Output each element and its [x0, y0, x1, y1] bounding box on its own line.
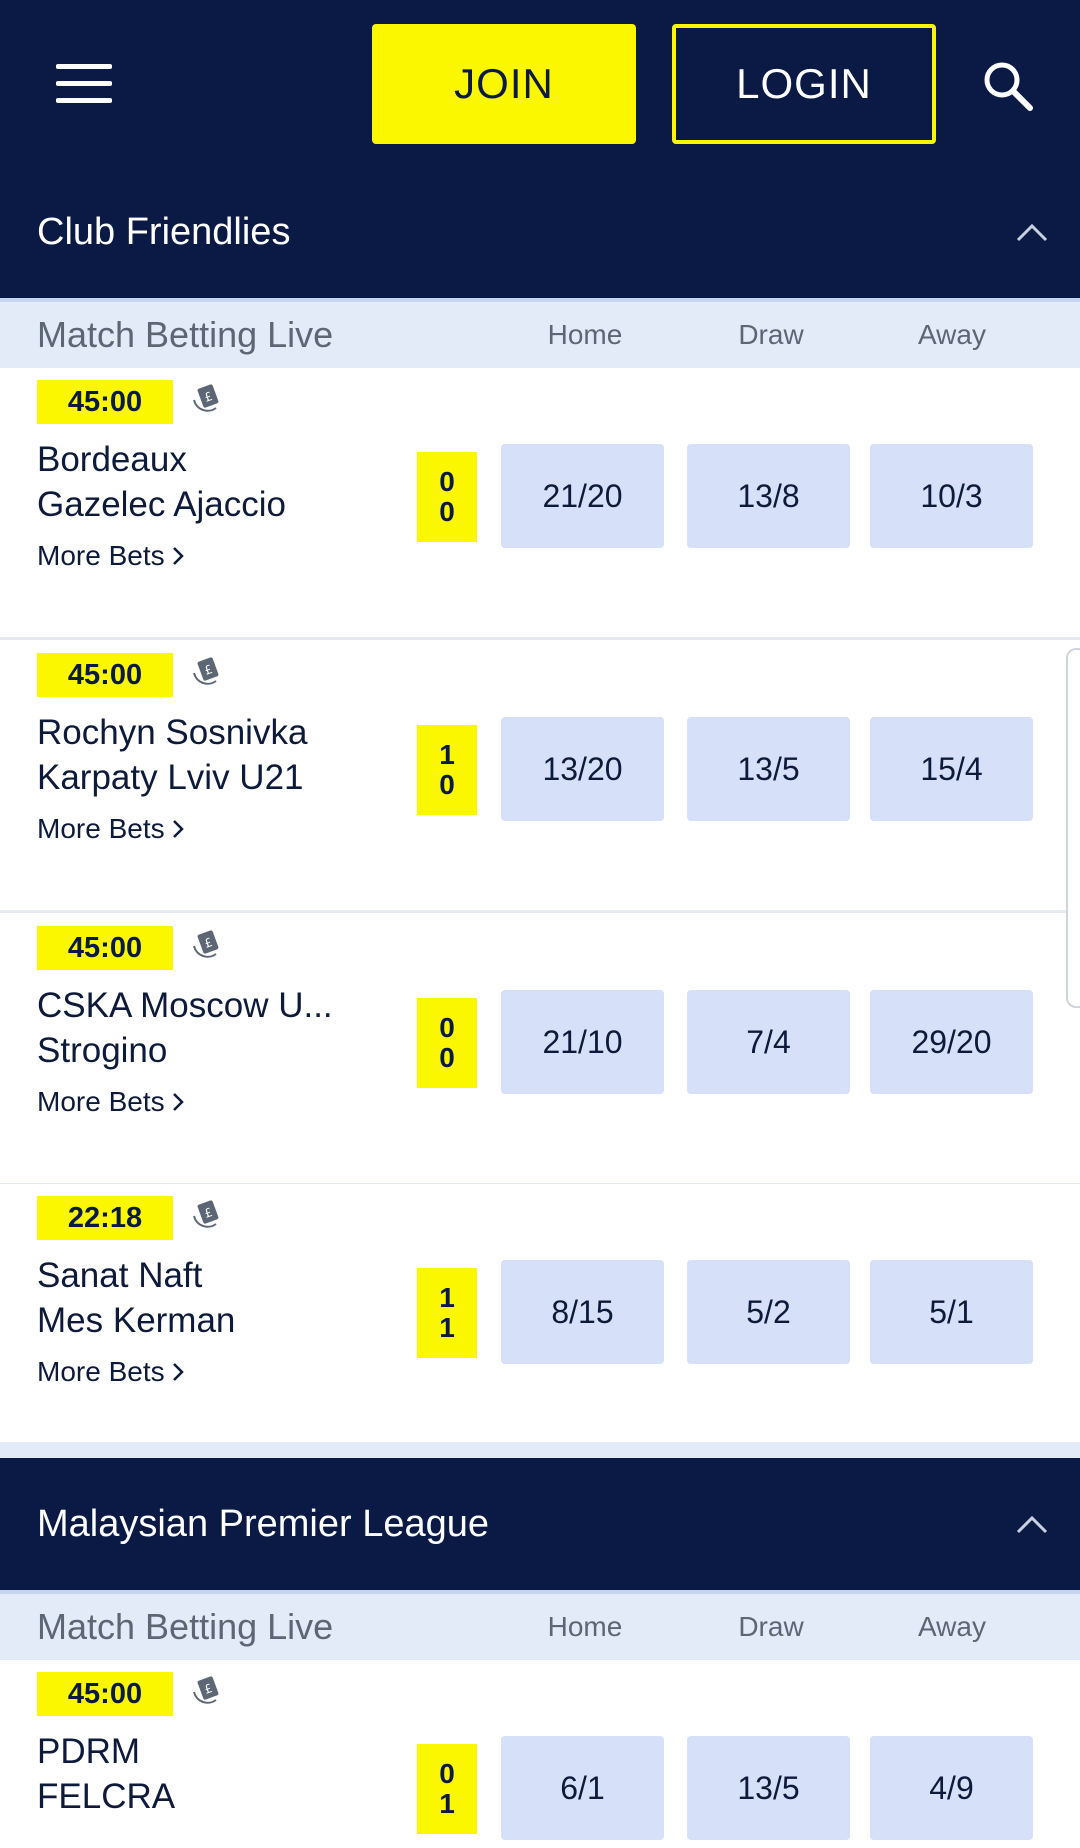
odds-away-button[interactable]: 15/4 [870, 717, 1033, 821]
score-box: 0 1 [417, 1744, 477, 1834]
chevron-up-icon[interactable] [1012, 1504, 1052, 1544]
more-bets-link[interactable]: More Bets [37, 540, 185, 572]
away-team: Karpaty Lviv U21 [37, 758, 304, 797]
away-score: 0 [439, 769, 455, 800]
top-bar: JOIN LOGIN [0, 0, 1080, 166]
section-divider [0, 1442, 1080, 1458]
market-label: Match Betting Live [37, 314, 334, 355]
scrollbar[interactable] [1066, 648, 1080, 1008]
away-team: Gazelec Ajaccio [37, 485, 287, 524]
column-draw: Draw [738, 1611, 804, 1642]
cash-out-icon: £ [193, 657, 219, 685]
home-score: 1 [439, 739, 455, 770]
section-header-club-friendlies[interactable]: Club Friendlies [0, 166, 1080, 298]
cash-out-icon: £ [193, 1676, 219, 1704]
market-header: Match Betting Live Home Draw Away [0, 298, 1080, 368]
match-timer: 45:00 [37, 380, 173, 424]
away-score: 1 [439, 1788, 455, 1819]
search-icon[interactable] [978, 56, 1038, 116]
odds-home-button[interactable]: 13/20 [501, 717, 664, 821]
more-bets-link[interactable]: More Bets [37, 813, 185, 845]
event-row: 45:00 £ PDRM FELCRA 0 1 6/1 13/5 4/9 [0, 1660, 1080, 1848]
section-header-malaysian-premier-league[interactable]: Malaysian Premier League [0, 1458, 1080, 1590]
home-team: Bordeaux [37, 440, 187, 479]
away-score: 0 [439, 1042, 455, 1073]
odds-home-button[interactable]: 8/15 [501, 1260, 664, 1364]
more-bets-link[interactable]: More Bets [37, 1086, 185, 1118]
more-bets-label: More Bets [37, 1356, 165, 1387]
odds-draw-button[interactable]: 7/4 [687, 990, 850, 1094]
more-bets-label: More Bets [37, 540, 165, 571]
event-row: 45:00 £ CSKA Moscow U... Strogino More B… [0, 914, 1080, 1186]
home-team: CSKA Moscow U... [37, 986, 333, 1025]
odds-draw-button[interactable]: 13/5 [687, 717, 850, 821]
odds-draw-button[interactable]: 13/8 [687, 444, 850, 548]
column-home: Home [547, 1611, 623, 1642]
market-header: Match Betting Live Home Draw Away [0, 1590, 1080, 1660]
chevron-right-icon [172, 547, 184, 565]
away-score: 1 [439, 1312, 455, 1343]
more-bets-label: More Bets [37, 813, 165, 844]
odds-draw-button[interactable]: 5/2 [687, 1260, 850, 1364]
home-score: 0 [439, 1012, 455, 1043]
cash-out-icon: £ [193, 1200, 219, 1228]
home-score: 0 [439, 1758, 455, 1789]
section-title: Club Friendlies [37, 211, 291, 253]
score-box: 0 0 [417, 998, 477, 1088]
odds-away-button[interactable]: 29/20 [870, 990, 1033, 1094]
score-box: 1 0 [417, 725, 477, 815]
more-bets-label: More Bets [37, 1086, 165, 1117]
chevron-right-icon [172, 820, 184, 838]
event-row: 45:00 £ Bordeaux Gazelec Ajaccio More Be… [0, 368, 1080, 640]
match-timer: 45:00 [37, 1672, 173, 1716]
home-team: Sanat Naft [37, 1256, 203, 1295]
login-button[interactable]: LOGIN [672, 24, 936, 144]
odds-home-button[interactable]: 6/1 [501, 1736, 664, 1840]
score-box: 0 0 [417, 452, 477, 542]
away-team: FELCRA [37, 1777, 176, 1816]
odds-home-button[interactable]: 21/10 [501, 990, 664, 1094]
odds-away-button[interactable]: 10/3 [870, 444, 1033, 548]
join-button[interactable]: JOIN [372, 24, 636, 144]
event-row: 45:00 £ Rochyn Sosnivka Karpaty Lviv U21… [0, 641, 1080, 913]
column-home: Home [547, 319, 623, 350]
match-timer: 45:00 [37, 926, 173, 970]
market-label: Match Betting Live [37, 1606, 334, 1647]
column-away: Away [918, 1611, 986, 1642]
odds-away-button[interactable]: 4/9 [870, 1736, 1033, 1840]
match-timer: 22:18 [37, 1196, 173, 1240]
cash-out-icon: £ [193, 930, 219, 958]
away-team: Mes Kerman [37, 1301, 236, 1340]
away-score: 0 [439, 496, 455, 527]
odds-home-button[interactable]: 21/20 [501, 444, 664, 548]
column-away: Away [918, 319, 986, 350]
score-box: 1 1 [417, 1268, 477, 1358]
hamburger-menu-icon[interactable] [56, 64, 112, 104]
section-title: Malaysian Premier League [37, 1503, 490, 1545]
home-score: 1 [439, 1282, 455, 1313]
home-score: 0 [439, 466, 455, 497]
chevron-up-icon[interactable] [1012, 212, 1052, 252]
match-timer: 45:00 [37, 653, 173, 697]
more-bets-link[interactable]: More Bets [37, 1356, 185, 1388]
home-team: Rochyn Sosnivka [37, 713, 308, 752]
odds-draw-button[interactable]: 13/5 [687, 1736, 850, 1840]
event-row: 22:18 £ Sanat Naft Mes Kerman More Bets … [0, 1184, 1080, 1456]
cash-out-icon: £ [193, 384, 219, 412]
chevron-right-icon [172, 1363, 184, 1381]
column-draw: Draw [738, 319, 804, 350]
home-team: PDRM [37, 1732, 141, 1771]
chevron-right-icon [172, 1093, 184, 1111]
away-team: Strogino [37, 1031, 168, 1070]
odds-away-button[interactable]: 5/1 [870, 1260, 1033, 1364]
